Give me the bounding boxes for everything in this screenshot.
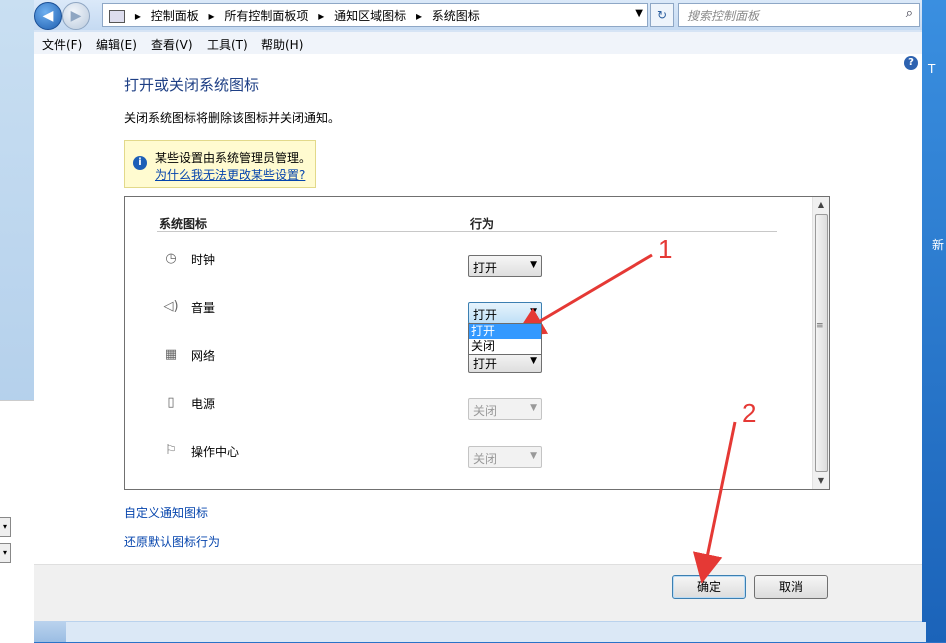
forward-button[interactable]: ▶	[62, 2, 90, 30]
computer-icon	[109, 10, 125, 23]
dialog-footer: 确定 取消	[34, 564, 922, 621]
list-scrollbar[interactable]: ▲ ≡ ▼	[812, 197, 829, 489]
chevron-down-icon: ▼	[530, 260, 537, 270]
help-icon[interactable]: ?	[904, 56, 918, 70]
address-bar[interactable]: ▸ 控制面板 ▸ 所有控制面板项 ▸ 通知区域图标 ▸ 系统图标 ▼	[102, 3, 648, 27]
desktop-text: T	[928, 62, 936, 76]
address-toolbar: ◀ ▶ ▸ 控制面板 ▸ 所有控制面板项 ▸ 通知区域图标 ▸ 系统图标 ▼ ↻…	[34, 0, 922, 30]
breadcrumb-control-panel[interactable]: 控制面板	[151, 9, 199, 23]
power-behavior-select: 关闭 ▼	[468, 398, 542, 420]
clock-behavior-select[interactable]: 打开 ▼	[468, 255, 542, 277]
menu-tools[interactable]: 工具(T)	[207, 36, 248, 53]
menu-edit[interactable]: 编辑(E)	[96, 36, 137, 53]
chevron-down-icon: ▼	[530, 356, 537, 366]
annotation-number-1: 1	[658, 234, 673, 264]
menu-help[interactable]: 帮助(H)	[261, 36, 303, 53]
scroll-up-icon[interactable]: ▲	[813, 197, 829, 213]
flag-icon: ⚐	[165, 443, 177, 458]
bg-dropdown-arrow: ▾	[0, 543, 11, 563]
chevron-down-icon: ▼	[530, 307, 537, 317]
desktop-edge: T 新	[922, 0, 946, 642]
page-description: 关闭系统图标将删除该图标并关闭通知。	[124, 111, 341, 125]
volume-dropdown-list: 打开 关闭	[468, 323, 542, 355]
row-label-power: 电源	[191, 397, 216, 411]
info-text: 某些设置由系统管理员管理。	[155, 151, 312, 165]
action-center-behavior-select: 关闭 ▼	[468, 446, 542, 468]
restore-default-behavior-link[interactable]: 还原默认图标行为	[124, 533, 220, 550]
customize-notification-icons-link[interactable]: 自定义通知图标	[124, 504, 208, 521]
volume-behavior-select[interactable]: 打开 ▼	[468, 302, 542, 324]
chevron-down-icon: ▼	[530, 451, 537, 461]
background-window-bottom	[34, 620, 926, 642]
breadcrumb-notification-icons[interactable]: 通知区域图标	[334, 9, 406, 23]
dropdown-option-on[interactable]: 打开	[469, 324, 541, 339]
clock-icon: ◷	[165, 251, 177, 266]
network-icon: ▦	[164, 347, 178, 362]
info-icon: i	[133, 156, 147, 170]
menu-view[interactable]: 查看(V)	[151, 36, 193, 53]
chevron-down-icon: ▼	[530, 403, 537, 413]
scroll-down-icon[interactable]: ▼	[813, 473, 829, 489]
ok-button[interactable]: 确定	[672, 575, 746, 599]
control-panel-window: ◀ ▶ ▸ 控制面板 ▸ 所有控制面板项 ▸ 通知区域图标 ▸ 系统图标 ▼ ↻…	[34, 0, 922, 621]
row-label-action-center: 操作中心	[191, 445, 240, 459]
info-link[interactable]: 为什么我无法更改某些设置?	[155, 166, 305, 183]
power-icon: ▯	[167, 395, 175, 410]
bg-dropdown-arrow: ▾	[0, 517, 11, 537]
main-content: ? 打开或关闭系统图标 关闭系统图标将删除该图标并关闭通知。 i 某些设置由系统…	[34, 54, 922, 564]
dropdown-option-off[interactable]: 关闭	[469, 339, 541, 354]
desktop-text: 新	[932, 238, 945, 252]
admin-info-box: i 某些设置由系统管理员管理。 为什么我无法更改某些设置?	[124, 140, 316, 188]
row-label-network: 网络	[191, 349, 216, 363]
annotation-number-2: 2	[742, 398, 757, 428]
row-label-volume: 音量	[191, 301, 216, 315]
column-header-icon: 系统图标	[159, 217, 208, 231]
background-window-panel: ▾ ▾	[0, 400, 34, 643]
column-header-behavior: 行为	[470, 217, 495, 231]
breadcrumb-system-icons[interactable]: 系统图标	[432, 9, 480, 23]
search-icon[interactable]: ⌕	[906, 6, 913, 21]
breadcrumb-all-items[interactable]: 所有控制面板项	[224, 9, 308, 23]
refresh-button[interactable]: ↻	[650, 3, 674, 27]
row-label-clock: 时钟	[191, 253, 216, 267]
cancel-button[interactable]: 取消	[754, 575, 828, 599]
menu-file[interactable]: 文件(F)	[42, 36, 82, 53]
page-title: 打开或关闭系统图标	[124, 76, 260, 94]
scroll-thumb[interactable]	[815, 214, 828, 472]
address-dropdown-icon[interactable]: ▼	[635, 8, 643, 19]
search-input[interactable]: 搜索控制面板 ⌕	[678, 3, 920, 27]
speaker-icon: ◁)	[163, 299, 179, 314]
menu-bar: 文件(F) 编辑(E) 查看(V) 工具(T) 帮助(H)	[34, 32, 922, 55]
system-icons-list: 系统图标 行为 ◷ 时钟 打开 ▼ ◁) 音量 打开 ▼ 打开 关闭 ▦ 网络 打开…	[124, 196, 830, 490]
back-button[interactable]: ◀	[34, 2, 62, 30]
